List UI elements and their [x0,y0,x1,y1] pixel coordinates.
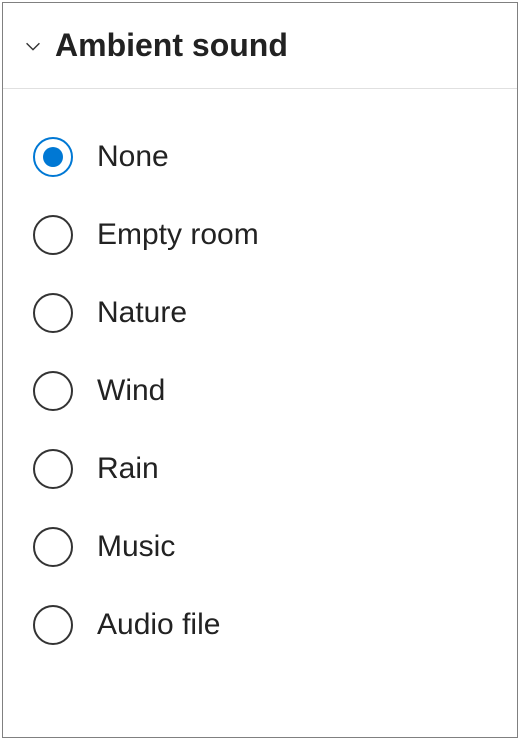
option-label: Music [97,530,175,564]
radio-button[interactable] [33,605,73,645]
option-label: None [97,140,169,174]
radio-option-wind[interactable]: Wind [33,371,517,411]
radio-button[interactable] [33,449,73,489]
radio-option-audio-file[interactable]: Audio file [33,605,517,645]
ambient-sound-panel: Ambient sound None Empty room Nature Win… [2,2,518,738]
option-label: Empty room [97,218,259,252]
radio-option-music[interactable]: Music [33,527,517,567]
radio-button[interactable] [33,527,73,567]
radio-option-nature[interactable]: Nature [33,293,517,333]
radio-button[interactable] [33,215,73,255]
chevron-down-icon [19,32,47,60]
options-list: None Empty room Nature Wind Rain Music A… [3,89,517,645]
option-label: Rain [97,452,159,486]
radio-button[interactable] [33,371,73,411]
radio-option-rain[interactable]: Rain [33,449,517,489]
option-label: Audio file [97,608,220,642]
section-header[interactable]: Ambient sound [3,3,517,89]
radio-button[interactable] [33,293,73,333]
radio-option-none[interactable]: None [33,137,517,177]
radio-button[interactable] [33,137,73,177]
option-label: Nature [97,296,187,330]
option-label: Wind [97,374,165,408]
section-title: Ambient sound [55,27,288,64]
radio-option-empty-room[interactable]: Empty room [33,215,517,255]
